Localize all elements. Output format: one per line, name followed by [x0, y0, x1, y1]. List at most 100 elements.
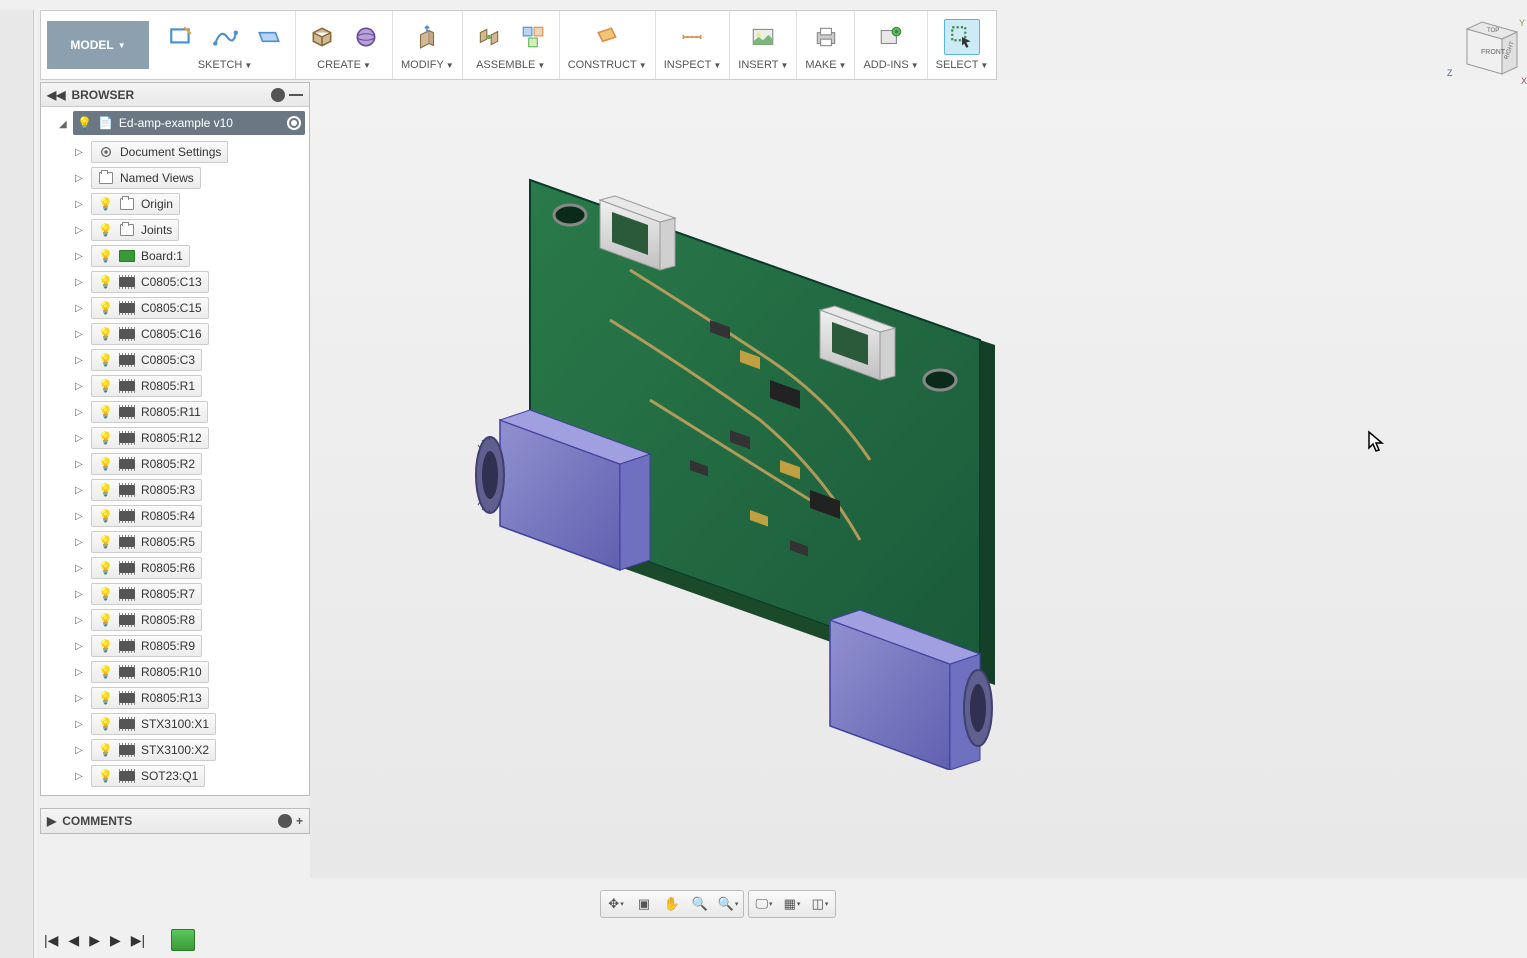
settings-dot-icon[interactable]: [278, 814, 292, 828]
lightbulb-icon[interactable]: 💡: [98, 639, 113, 653]
lightbulb-icon[interactable]: 💡: [98, 405, 113, 419]
expand-icon[interactable]: ▷: [75, 745, 85, 756]
expand-icon[interactable]: ▷: [75, 355, 85, 366]
active-radio-icon[interactable]: [287, 116, 301, 130]
pan-button[interactable]: ✋: [661, 894, 683, 914]
select-button[interactable]: [944, 19, 980, 55]
tree-item[interactable]: ▷💡R0805:R2: [41, 451, 309, 477]
tree-item[interactable]: ▷💡R0805:R9: [41, 633, 309, 659]
minimize-icon[interactable]: [289, 94, 303, 96]
lightbulb-icon[interactable]: 💡: [98, 613, 113, 627]
expand-icon[interactable]: ▷: [75, 303, 85, 314]
viewport-button[interactable]: ◫▾: [809, 894, 831, 914]
toolbar-label-make[interactable]: MAKE▼: [801, 57, 850, 75]
toolbar-label-insert[interactable]: INSERT▼: [734, 57, 792, 75]
timeline-first-button[interactable]: |◀: [44, 932, 58, 949]
expand-icon[interactable]: ▷: [75, 485, 85, 496]
add-comment-icon[interactable]: +: [296, 814, 303, 828]
browser-header[interactable]: ◀◀ BROWSER: [41, 83, 309, 107]
toolbar-label-inspect[interactable]: INSPECT▼: [660, 57, 726, 75]
addins-button[interactable]: [873, 19, 909, 55]
lightbulb-icon[interactable]: 💡: [98, 353, 113, 367]
lightbulb-icon[interactable]: 💡: [98, 509, 113, 523]
assemble-joint-button[interactable]: [471, 19, 507, 55]
collapse-icon[interactable]: ◀◀: [47, 88, 65, 102]
tree-item[interactable]: ▷💡R0805:R10: [41, 659, 309, 685]
toolbar-label-construct[interactable]: CONSTRUCT▼: [564, 57, 651, 75]
lightbulb-icon[interactable]: 💡: [98, 743, 113, 757]
tree-item[interactable]: ▷💡C0805:C16: [41, 321, 309, 347]
expand-icon[interactable]: ▷: [75, 433, 85, 444]
tree-item[interactable]: ▷💡C0805:C3: [41, 347, 309, 373]
expand-icon[interactable]: ▷: [75, 407, 85, 418]
expand-root-icon[interactable]: ◢: [59, 119, 71, 130]
expand-icon[interactable]: ▷: [75, 199, 85, 210]
assemble-group-button[interactable]: [515, 19, 551, 55]
expand-icon[interactable]: ▶: [47, 814, 56, 828]
lightbulb-icon[interactable]: 💡: [98, 457, 113, 471]
lightbulb-icon[interactable]: 💡: [98, 327, 113, 341]
timeline-play-button[interactable]: ▶: [89, 932, 100, 949]
tree-item[interactable]: ▷💡C0805:C13: [41, 269, 309, 295]
lightbulb-icon[interactable]: 💡: [98, 691, 113, 705]
expand-icon[interactable]: ▷: [75, 459, 85, 470]
tree-item[interactable]: ▷💡R0805:R8: [41, 607, 309, 633]
tree-item[interactable]: ▷💡STX3100:X1: [41, 711, 309, 737]
toolbar-label-create[interactable]: CREATE▼: [313, 57, 375, 75]
expand-icon[interactable]: ▷: [75, 147, 85, 158]
expand-icon[interactable]: ▷: [75, 771, 85, 782]
timeline-last-button[interactable]: ▶|: [131, 932, 145, 949]
tree-item[interactable]: ▷💡R0805:R5: [41, 529, 309, 555]
timeline-next-button[interactable]: ▶: [110, 932, 121, 949]
viewport-3d[interactable]: [310, 80, 1527, 878]
expand-icon[interactable]: ▷: [75, 719, 85, 730]
modify-pushpull-button[interactable]: [409, 19, 445, 55]
tree-item[interactable]: ▷💡R0805:R1: [41, 373, 309, 399]
lookat-button[interactable]: ▣: [633, 894, 655, 914]
toolbar-label-assemble[interactable]: ASSEMBLE▼: [472, 57, 549, 75]
grid-button[interactable]: ▦▾: [781, 894, 803, 914]
make-print-button[interactable]: [808, 19, 844, 55]
expand-icon[interactable]: ▷: [75, 563, 85, 574]
display-settings-button[interactable]: 🖵▾: [753, 894, 775, 914]
comments-header[interactable]: ▶ COMMENTS +: [41, 809, 309, 833]
tree-item[interactable]: ▷Named Views: [41, 165, 309, 191]
viewcube[interactable]: FRONT RIGHT TOP Y Z X: [1437, 14, 1527, 104]
tree-item[interactable]: ▷Document Settings: [41, 139, 309, 165]
expand-icon[interactable]: ▷: [75, 329, 85, 340]
tree-root[interactable]: 💡 📄 Ed-amp-example v10: [73, 111, 305, 135]
expand-icon[interactable]: ▷: [75, 381, 85, 392]
construct-plane-button[interactable]: [589, 19, 625, 55]
insert-image-button[interactable]: [745, 19, 781, 55]
tree-item[interactable]: ▷💡Origin: [41, 191, 309, 217]
tree-item[interactable]: ▷💡SOT23:Q1: [41, 763, 309, 789]
lightbulb-icon[interactable]: 💡: [98, 561, 113, 575]
expand-icon[interactable]: ▷: [75, 173, 85, 184]
tree-item[interactable]: ▷💡C0805:C15: [41, 295, 309, 321]
tree-item[interactable]: ▷💡R0805:R3: [41, 477, 309, 503]
toolbar-label-sketch[interactable]: SKETCH▼: [194, 57, 257, 75]
lightbulb-icon[interactable]: 💡: [98, 249, 113, 263]
toolbar-label-addins[interactable]: ADD-INS▼: [859, 57, 922, 75]
lightbulb-icon[interactable]: 💡: [98, 275, 113, 289]
tree-item[interactable]: ▷💡Joints: [41, 217, 309, 243]
expand-icon[interactable]: ▷: [75, 641, 85, 652]
create-box-button[interactable]: [304, 19, 340, 55]
zoom-button[interactable]: 🔍: [689, 894, 711, 914]
tree-item[interactable]: ▷💡R0805:R11: [41, 399, 309, 425]
lightbulb-icon[interactable]: 💡: [98, 769, 113, 783]
lightbulb-icon[interactable]: 💡: [98, 587, 113, 601]
lightbulb-icon[interactable]: 💡: [77, 116, 92, 130]
sketch-rectangle-button[interactable]: [163, 19, 199, 55]
lightbulb-icon[interactable]: 💡: [98, 535, 113, 549]
expand-icon[interactable]: ▷: [75, 667, 85, 678]
lightbulb-icon[interactable]: 💡: [98, 379, 113, 393]
fit-button[interactable]: 🔍▾: [717, 894, 739, 914]
expand-icon[interactable]: ▷: [75, 589, 85, 600]
lightbulb-icon[interactable]: 💡: [98, 223, 113, 237]
tree-item[interactable]: ▷💡R0805:R4: [41, 503, 309, 529]
lightbulb-icon[interactable]: 💡: [98, 717, 113, 731]
expand-icon[interactable]: ▷: [75, 277, 85, 288]
toolbar-label-select[interactable]: SELECT▼: [932, 57, 993, 75]
inspect-measure-button[interactable]: [674, 19, 710, 55]
